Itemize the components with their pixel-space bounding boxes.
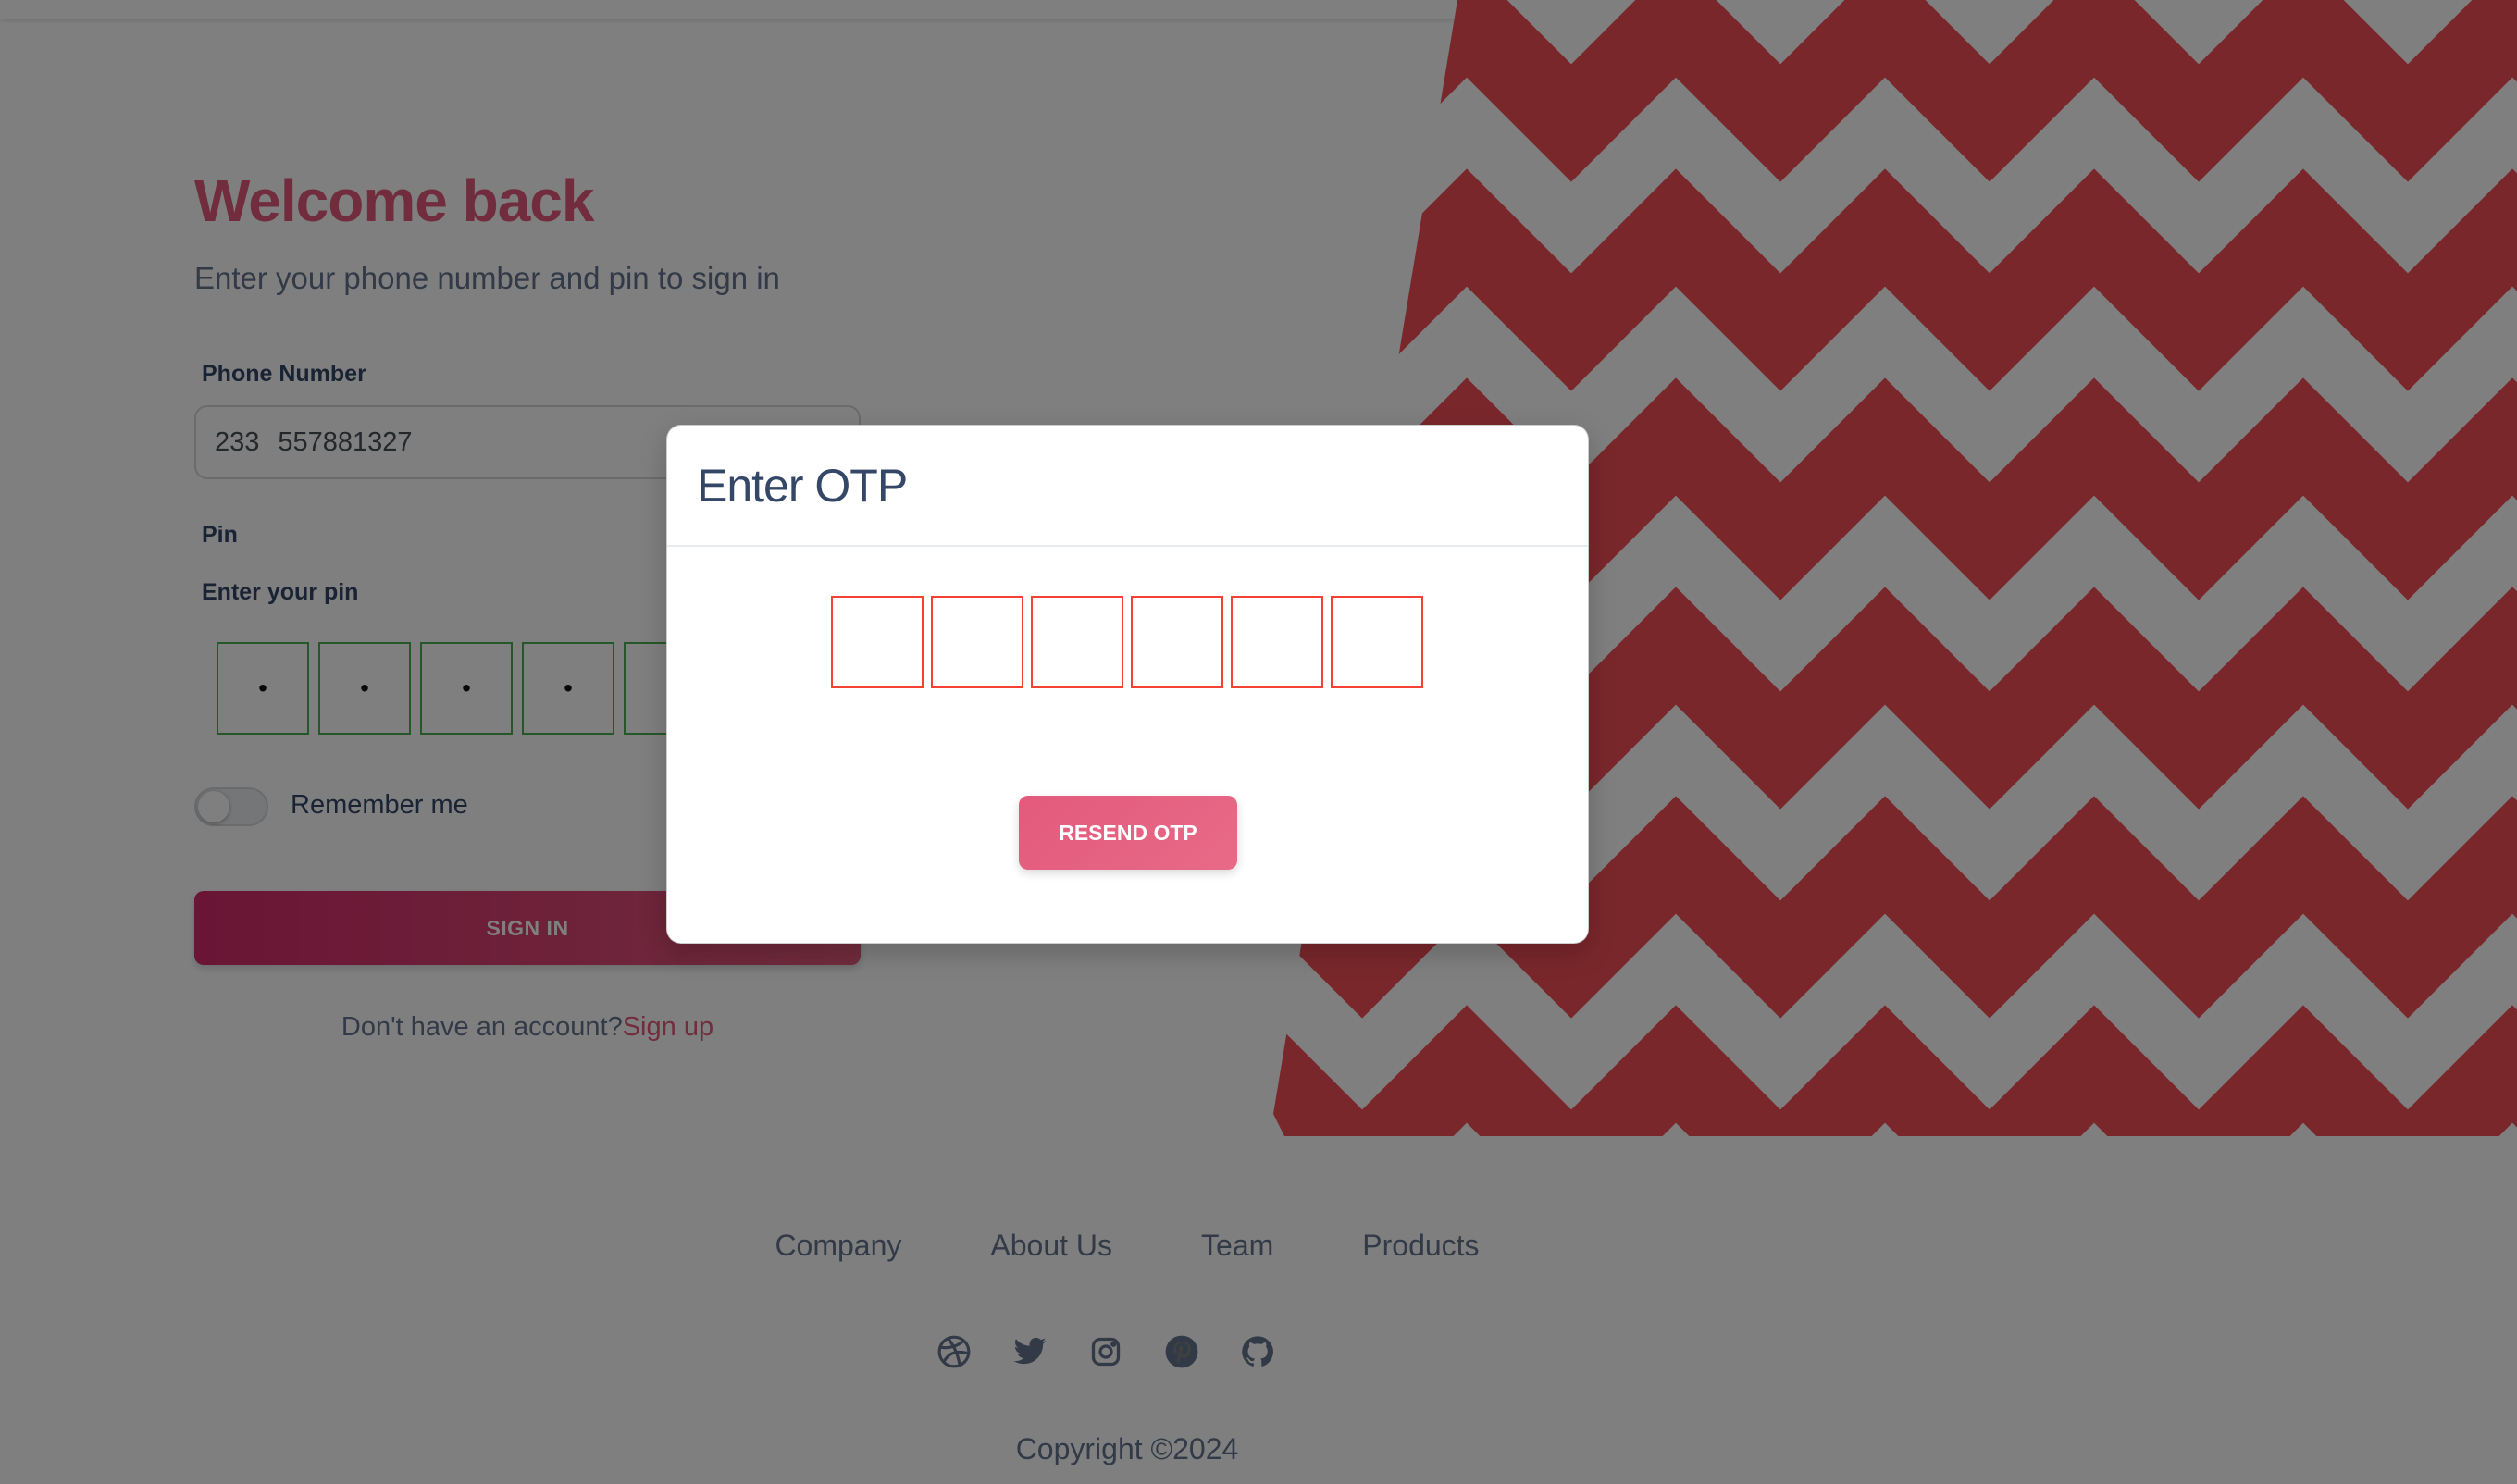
otp-digit-input[interactable]	[1131, 596, 1223, 688]
otp-digit-input[interactable]	[1231, 596, 1323, 688]
otp-modal: Enter OTP RESEND OTP	[666, 425, 1589, 944]
otp-digit-input[interactable]	[931, 596, 1023, 688]
modal-title: Enter OTP	[697, 459, 908, 512]
resend-otp-button[interactable]: RESEND OTP	[1019, 796, 1237, 870]
otp-inputs	[831, 596, 1423, 688]
otp-digit-input[interactable]	[1331, 596, 1423, 688]
otp-digit-input[interactable]	[831, 596, 924, 688]
modal-header: Enter OTP	[667, 426, 1588, 547]
otp-digit-input[interactable]	[1031, 596, 1123, 688]
